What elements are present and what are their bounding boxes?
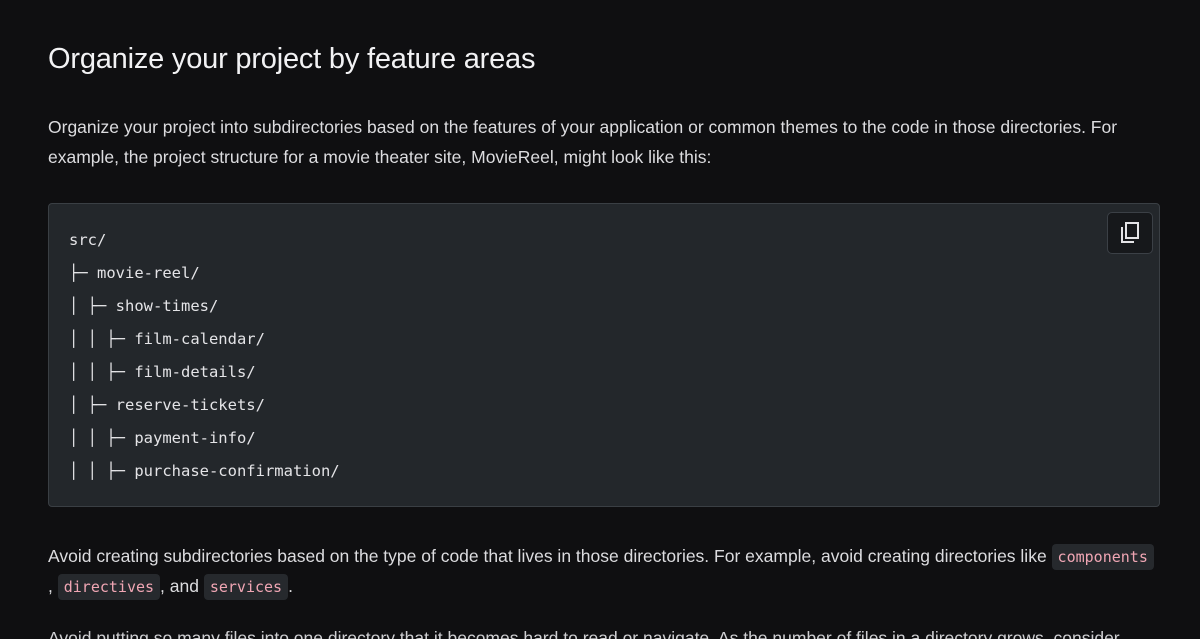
code-lines: src/ ├─ movie-reel/ │ ├─ show-times/ │ │… (69, 224, 1139, 488)
code-line: src/ (69, 231, 107, 249)
copy-icon (1119, 221, 1141, 245)
code-line: │ │ ├─ purchase-confirmation/ (69, 462, 340, 480)
copy-code-button[interactable] (1107, 212, 1153, 254)
avoid-paragraph: Avoid creating subdirectories based on t… (48, 541, 1158, 601)
intro-paragraph: Organize your project into subdirectorie… (48, 117, 1118, 167)
avoid-text: Avoid creating subdirectories based on t… (48, 546, 1052, 566)
code-block: src/ ├─ movie-reel/ │ ├─ show-times/ │ │… (48, 203, 1160, 507)
inline-code-components: components (1051, 544, 1154, 570)
separator: , (48, 576, 58, 596)
code-line: │ ├─ show-times/ (69, 297, 219, 315)
docs-page: Organize your project by feature areas O… (0, 0, 1200, 639)
next-paragraph: Avoid putting so many files into one dir… (48, 628, 1120, 639)
code-line: │ │ ├─ film-details/ (69, 363, 256, 381)
code-line: ├─ movie-reel/ (69, 264, 200, 282)
code-line: │ │ ├─ film-calendar/ (69, 330, 265, 348)
code-line: │ │ ├─ payment-info/ (69, 429, 256, 447)
section-heading: Organize your project by feature areas (48, 43, 536, 75)
code-line: │ ├─ reserve-tickets/ (69, 396, 265, 414)
inline-code-directives: directives (57, 574, 161, 600)
period: . (288, 576, 293, 596)
separator: , and (160, 576, 204, 596)
inline-code-services: services (203, 574, 289, 600)
